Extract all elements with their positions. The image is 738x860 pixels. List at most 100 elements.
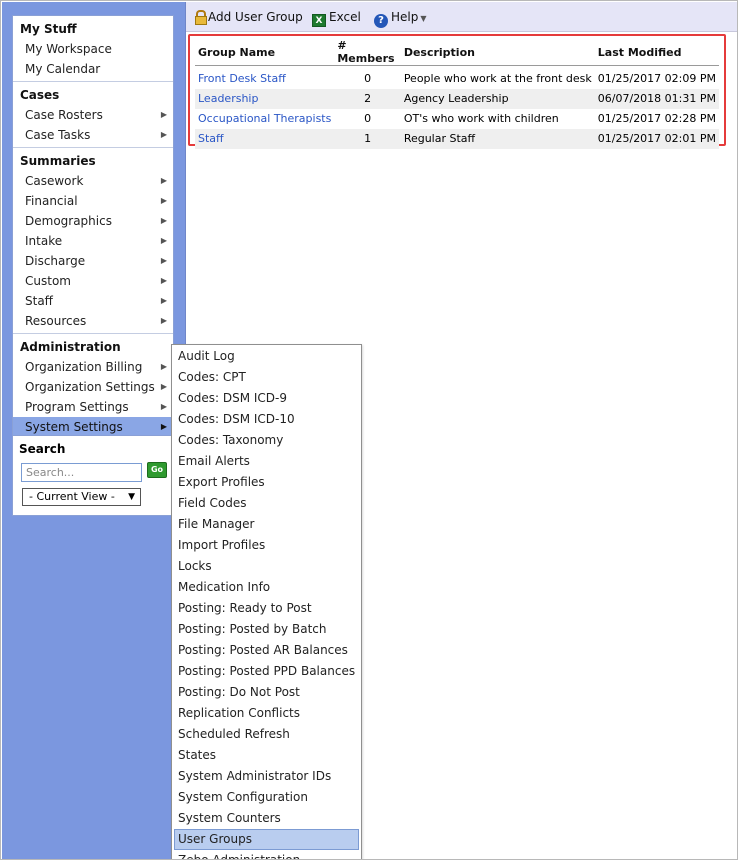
help-label: Help bbox=[391, 10, 419, 24]
members-cell: 0 bbox=[364, 112, 372, 125]
group-name-link[interactable]: Front Desk Staff bbox=[195, 69, 334, 89]
menu-item-posting-ready-to-post[interactable]: Posting: Ready to Post bbox=[174, 598, 359, 619]
nav-item-organization-billing[interactable]: Organization Billing ▶ bbox=[13, 357, 173, 377]
menu-item-export-profiles[interactable]: Export Profiles bbox=[174, 472, 359, 493]
nav-item-resources[interactable]: Resources ▶ bbox=[13, 311, 173, 331]
nav-item-program-settings[interactable]: Program Settings ▶ bbox=[13, 397, 173, 417]
menu-item-locks[interactable]: Locks bbox=[174, 556, 359, 577]
chevron-right-icon: ▶ bbox=[160, 382, 167, 391]
search-input[interactable] bbox=[21, 463, 142, 482]
column-header-description[interactable]: Description bbox=[400, 39, 595, 66]
nav-item-staff[interactable]: Staff ▶ bbox=[13, 291, 173, 311]
nav-item-my-workspace[interactable]: My Workspace bbox=[13, 39, 173, 59]
menu-item-codes-cpt[interactable]: Codes: CPT bbox=[174, 367, 359, 388]
menu-item-file-manager[interactable]: File Manager bbox=[174, 514, 359, 535]
menu-item-scheduled-refresh[interactable]: Scheduled Refresh bbox=[174, 724, 359, 745]
nav-item-casework[interactable]: Casework ▶ bbox=[13, 171, 173, 191]
search-panel: Search Go - Current View - ▼ bbox=[12, 435, 174, 516]
menu-item-posting-do-not-post[interactable]: Posting: Do Not Post bbox=[174, 682, 359, 703]
help-menu-button[interactable]: ? Help ▼ bbox=[374, 2, 427, 32]
menu-item-posting-posted-ar-balances[interactable]: Posting: Posted AR Balances bbox=[174, 640, 359, 661]
chevron-right-icon: ▶ bbox=[160, 316, 167, 325]
menu-item-posting-posted-ppd-balances[interactable]: Posting: Posted PPD Balances bbox=[174, 661, 359, 682]
nav-item-intake[interactable]: Intake ▶ bbox=[13, 231, 173, 251]
menu-item-posting-posted-by-batch[interactable]: Posting: Posted by Batch bbox=[174, 619, 359, 640]
nav-header-cases: Cases bbox=[20, 88, 60, 102]
chevron-right-icon: ▶ bbox=[160, 362, 167, 371]
toolbar: Add User Group X Excel ? Help ▼ bbox=[186, 2, 737, 32]
go-button[interactable]: Go bbox=[147, 462, 167, 478]
column-header-members[interactable]: # Members bbox=[334, 39, 401, 66]
excel-icon: X bbox=[312, 14, 326, 27]
nav-item-label: Demographics bbox=[25, 214, 112, 228]
menu-item-states[interactable]: States bbox=[174, 745, 359, 766]
chevron-right-icon: ▶ bbox=[160, 236, 167, 245]
menu-item-system-administrator-ids[interactable]: System Administrator IDs bbox=[174, 766, 359, 787]
system-settings-submenu: Audit Log Codes: CPT Codes: DSM ICD-9 Co… bbox=[171, 344, 362, 859]
menu-item-email-alerts[interactable]: Email Alerts bbox=[174, 451, 359, 472]
column-header-group-name[interactable]: Group Name bbox=[195, 39, 335, 66]
nav-item-label: Intake bbox=[25, 234, 63, 248]
group-name-link[interactable]: Leadership bbox=[195, 88, 335, 109]
menu-item-medication-info[interactable]: Medication Info bbox=[174, 577, 359, 598]
menu-item-zebo-administration[interactable]: Zebo Administration bbox=[174, 850, 359, 859]
menu-item-system-configuration[interactable]: System Configuration bbox=[174, 787, 359, 808]
chevron-right-icon: ▶ bbox=[160, 296, 167, 305]
nav-item-label: Case Rosters bbox=[25, 108, 103, 122]
nav-item-label: Organization Billing bbox=[25, 360, 143, 374]
chevron-right-icon: ▶ bbox=[160, 196, 167, 205]
nav-item-demographics[interactable]: Demographics ▶ bbox=[13, 211, 173, 231]
nav-item-my-calendar[interactable]: My Calendar bbox=[13, 59, 173, 79]
menu-item-codes-taxonomy[interactable]: Codes: Taxonomy bbox=[174, 430, 359, 451]
description-cell: OT's who work with children bbox=[403, 112, 559, 125]
menu-item-user-groups[interactable]: User Groups bbox=[174, 829, 359, 850]
nav-item-label: Resources bbox=[25, 314, 87, 328]
menu-item-system-counters[interactable]: System Counters bbox=[174, 808, 359, 829]
chevron-right-icon: ▶ bbox=[160, 216, 167, 225]
group-name-link[interactable]: Staff bbox=[195, 128, 335, 149]
excel-label: Excel bbox=[329, 10, 361, 24]
menu-item-codes-dsm-icd-9[interactable]: Codes: DSM ICD-9 bbox=[174, 388, 359, 409]
search-title: Search bbox=[19, 442, 66, 456]
navigation-panel: My Stuff My Workspace My Calendar Cases … bbox=[12, 15, 174, 440]
excel-button[interactable]: X Excel bbox=[312, 2, 361, 32]
menu-item-replication-conflicts[interactable]: Replication Conflicts bbox=[174, 703, 359, 724]
chevron-right-icon: ▶ bbox=[160, 422, 167, 431]
menu-item-audit-log[interactable]: Audit Log bbox=[174, 346, 359, 367]
members-cell: 0 bbox=[364, 72, 372, 85]
view-select[interactable]: - Current View - ▼ bbox=[22, 488, 141, 506]
chevron-right-icon: ▶ bbox=[160, 256, 167, 265]
menu-item-field-codes[interactable]: Field Codes bbox=[174, 493, 359, 514]
nav-item-case-tasks[interactable]: Case Tasks ▶ bbox=[13, 125, 173, 145]
menu-item-codes-dsm-icd-10[interactable]: Codes: DSM ICD-10 bbox=[174, 409, 359, 430]
group-name-link[interactable]: Occupational Therapists bbox=[195, 109, 334, 129]
table-row: Front Desk Staff 0 People who work at th… bbox=[195, 69, 719, 89]
nav-item-custom[interactable]: Custom ▶ bbox=[13, 271, 173, 291]
nav-header-administration: Administration bbox=[20, 340, 121, 354]
column-header-last-modified[interactable]: Last Modified bbox=[594, 39, 719, 66]
last-modified-cell: 01/25/2017 02:01 PM bbox=[594, 128, 719, 149]
table-header-row: Group Name # Members Description Last Mo… bbox=[195, 39, 719, 66]
chevron-down-icon: ▼ bbox=[420, 14, 427, 23]
description-cell: Regular Staff bbox=[400, 128, 595, 149]
nav-section-my-stuff: My Stuff My Workspace My Calendar bbox=[13, 16, 173, 81]
nav-header-my-stuff: My Stuff bbox=[20, 22, 77, 36]
nav-item-case-rosters[interactable]: Case Rosters ▶ bbox=[13, 105, 173, 125]
nav-item-label: System Settings bbox=[25, 420, 123, 434]
chevron-right-icon: ▶ bbox=[160, 110, 167, 119]
nav-item-financial[interactable]: Financial ▶ bbox=[13, 191, 173, 211]
add-user-group-button[interactable]: Add User Group bbox=[195, 2, 303, 32]
last-modified-cell: 01/25/2017 02:09 PM bbox=[597, 72, 716, 85]
user-groups-table-highlight: Group Name # Members Description Last Mo… bbox=[188, 34, 726, 149]
nav-item-system-settings[interactable]: System Settings ▶ bbox=[13, 417, 173, 437]
nav-section-summaries: Summaries Casework ▶ Financial ▶ Demograph… bbox=[13, 147, 173, 333]
nav-item-label: Staff bbox=[25, 294, 53, 308]
app-frame: My Stuff My Workspace My Calendar Cases … bbox=[0, 0, 738, 860]
chevron-down-icon: ▼ bbox=[128, 492, 135, 502]
nav-item-discharge[interactable]: Discharge ▶ bbox=[13, 251, 173, 271]
nav-item-organization-settings[interactable]: Organization Settings ▶ bbox=[13, 377, 173, 397]
menu-item-import-profiles[interactable]: Import Profiles bbox=[174, 535, 359, 556]
chevron-right-icon: ▶ bbox=[160, 176, 167, 185]
last-modified-cell: 06/07/2018 01:31 PM bbox=[594, 88, 719, 109]
user-groups-table: Group Name # Members Description Last Mo… bbox=[195, 39, 719, 149]
